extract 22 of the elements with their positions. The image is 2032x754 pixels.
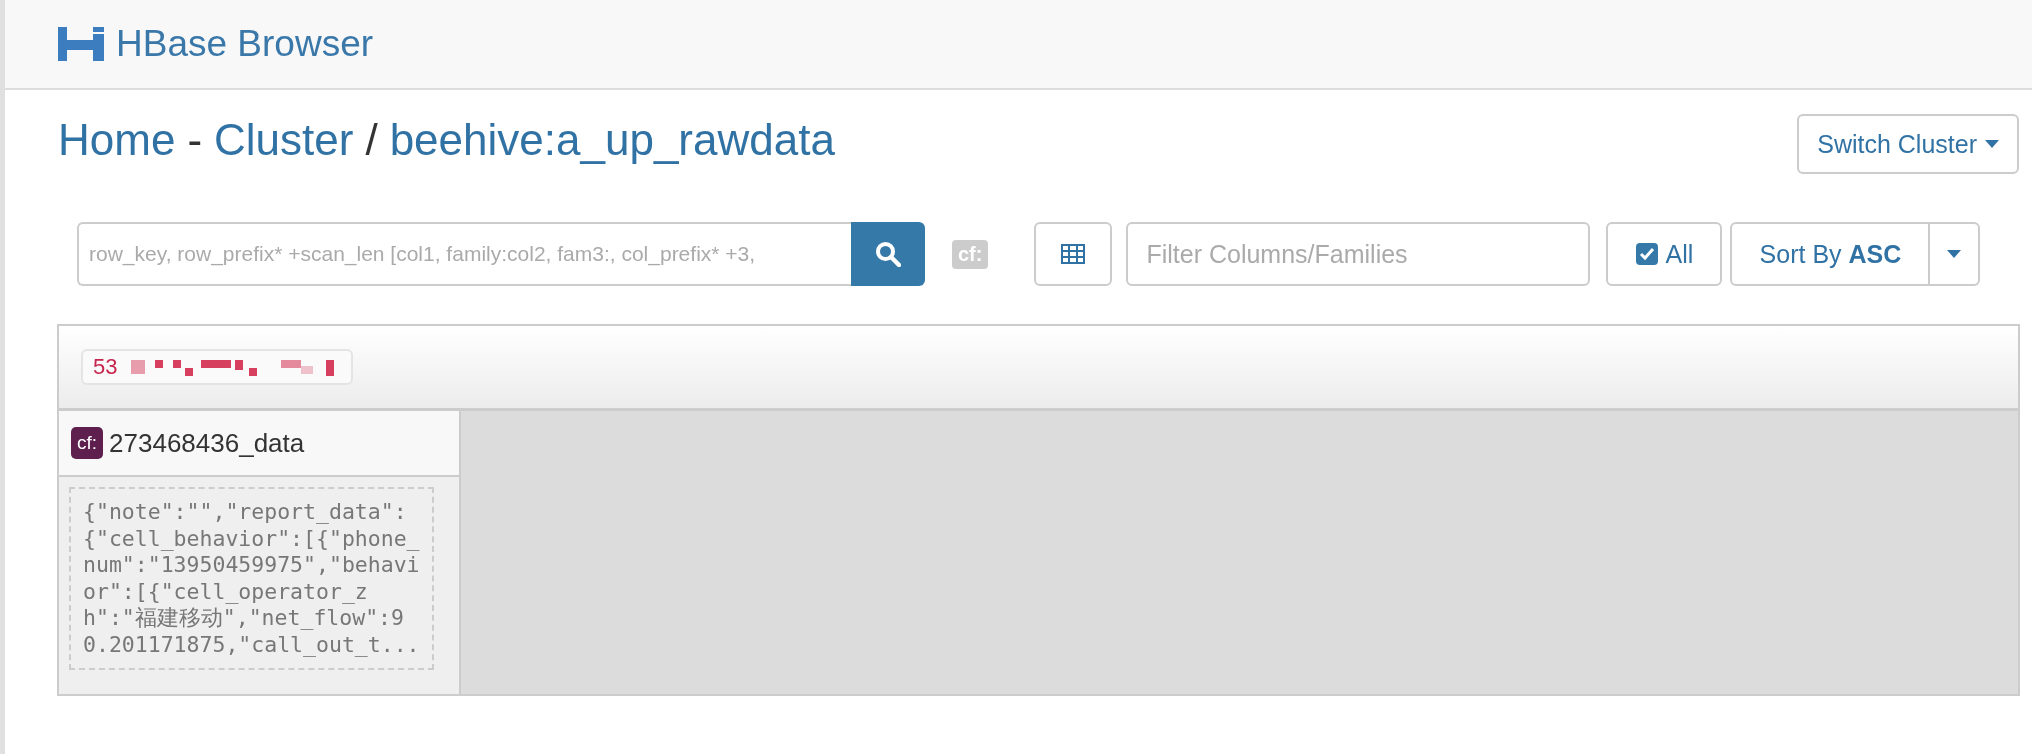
column-name[interactable]: 273468436_data [109, 427, 305, 459]
app-title[interactable]: HBase Browser [116, 23, 374, 65]
hbase-logo-icon [58, 27, 104, 61]
cell-value[interactable]: {"note":"","report_data":{"cell_behavior":[{"phone_num":"13950459975","behavior":[{"cell_operator_zh":"福建移动","net_flow":90.201171875,"call_out_t... [69, 487, 434, 670]
breadcrumb-separator: - [187, 115, 203, 165]
table-icon [1061, 244, 1086, 264]
sort-button[interactable]: Sort By ASC [1730, 222, 1931, 286]
switch-cluster-button[interactable]: Switch Cluster [1797, 114, 2019, 174]
grid-view-button[interactable] [1034, 222, 1113, 286]
row-search-field[interactable]: row_key, row_prefix* +scan_len [col1, family:col2, fam3:, col_prefix* +3, [77, 222, 851, 286]
all-toggle-button[interactable]: All [1606, 222, 1723, 286]
search-button[interactable] [851, 222, 925, 286]
row-key-badge[interactable]: 53 [81, 349, 354, 385]
breadcrumb-link[interactable]: Cluster [214, 115, 354, 165]
breadcrumb-link[interactable]: Home [58, 115, 176, 165]
search-icon [875, 241, 901, 267]
breadcrumb-link[interactable]: beehive:a_up_rawdata [389, 115, 835, 165]
breadcrumb-separator: / [365, 115, 378, 165]
column-family-badge: cf: [71, 427, 104, 459]
caret-icon [1947, 250, 1962, 258]
caret-icon [1985, 140, 1999, 148]
filter-columns-field[interactable]: Filter Columns/Families [1126, 222, 1591, 286]
